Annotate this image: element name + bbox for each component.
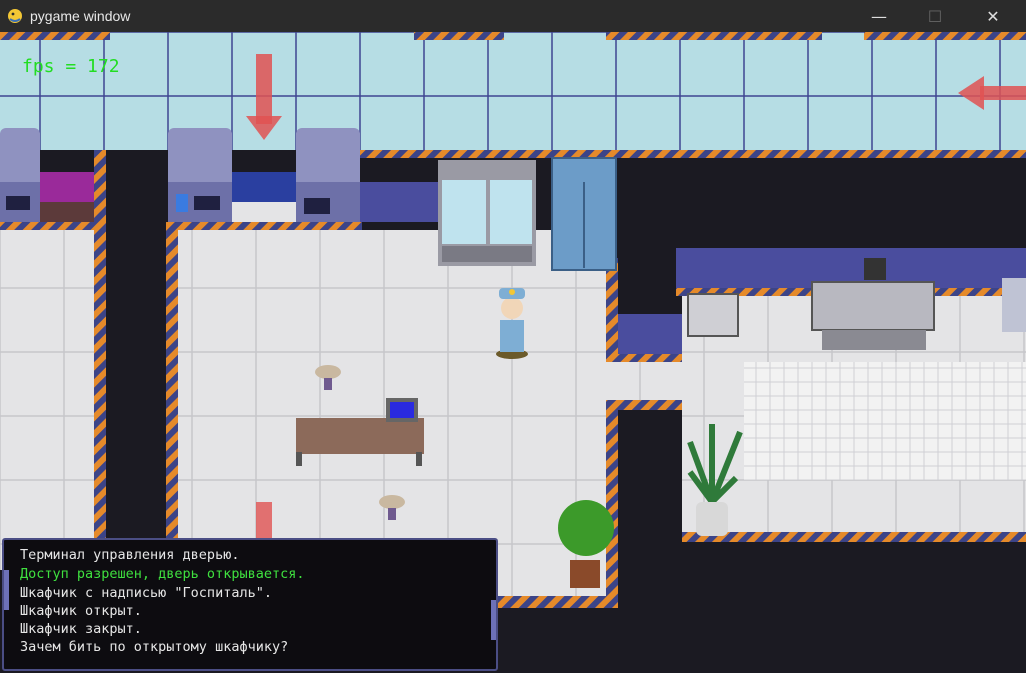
hazard-strip xyxy=(360,150,1026,158)
fridge[interactable] xyxy=(438,160,536,266)
close-button[interactable]: ✕ xyxy=(970,0,1016,32)
pygame-snake-icon xyxy=(8,9,22,23)
hazard-strip-top xyxy=(414,32,504,40)
hazard-strip xyxy=(606,410,618,608)
hazard-strip xyxy=(498,596,618,608)
console-frame-decor xyxy=(4,570,9,610)
window-titlebar: pygame window — ☐ ✕ xyxy=(0,0,1026,32)
wall-segment xyxy=(618,314,682,354)
console-line: Зачем бить по открытому шкафчику? xyxy=(20,639,289,655)
console-line: Терминал управления дверью. xyxy=(20,547,240,563)
hazard-strip xyxy=(618,354,682,362)
glass-floor-top xyxy=(0,32,1026,150)
floor xyxy=(0,230,94,570)
terminal-machine[interactable] xyxy=(296,128,360,222)
hazard-strip-top xyxy=(0,32,110,40)
hazard-strip xyxy=(94,150,106,570)
tiled-floor xyxy=(744,362,1026,480)
hazard-strip xyxy=(166,222,178,570)
maximize-button[interactable]: ☐ xyxy=(912,0,958,32)
console-line: Шкафчик закрыт. xyxy=(20,621,142,637)
console-line: Шкафчик с надписью "Госпиталь". xyxy=(20,585,272,601)
floor xyxy=(606,362,682,400)
message-console: Терминал управления дверью. Доступ разре… xyxy=(2,538,498,671)
console-line: Шкафчик открыт. xyxy=(20,603,142,619)
hazard-strip xyxy=(286,222,360,230)
hazard-strip-top xyxy=(864,32,1026,40)
conveyor-blue xyxy=(232,172,296,222)
window-title: pygame window xyxy=(30,8,131,24)
hospital-locker[interactable] xyxy=(551,157,617,271)
equipment xyxy=(1002,278,1026,332)
hazard-strip xyxy=(606,258,618,362)
console-line: Доступ разрешен, дверь открывается. xyxy=(20,566,305,582)
hazard-strip xyxy=(0,222,110,230)
minimize-button[interactable]: — xyxy=(856,0,902,32)
hazard-strip xyxy=(606,400,692,410)
console-frame-decor xyxy=(491,600,496,640)
wall-segment xyxy=(360,182,438,222)
terminal-machine[interactable] xyxy=(168,128,232,222)
hazard-strip-top xyxy=(606,32,822,40)
sink-cabinet[interactable] xyxy=(687,293,739,337)
hazard-strip xyxy=(682,532,1026,542)
fps-counter: fps = 172 xyxy=(22,56,120,77)
terminal-machine[interactable] xyxy=(0,128,40,222)
